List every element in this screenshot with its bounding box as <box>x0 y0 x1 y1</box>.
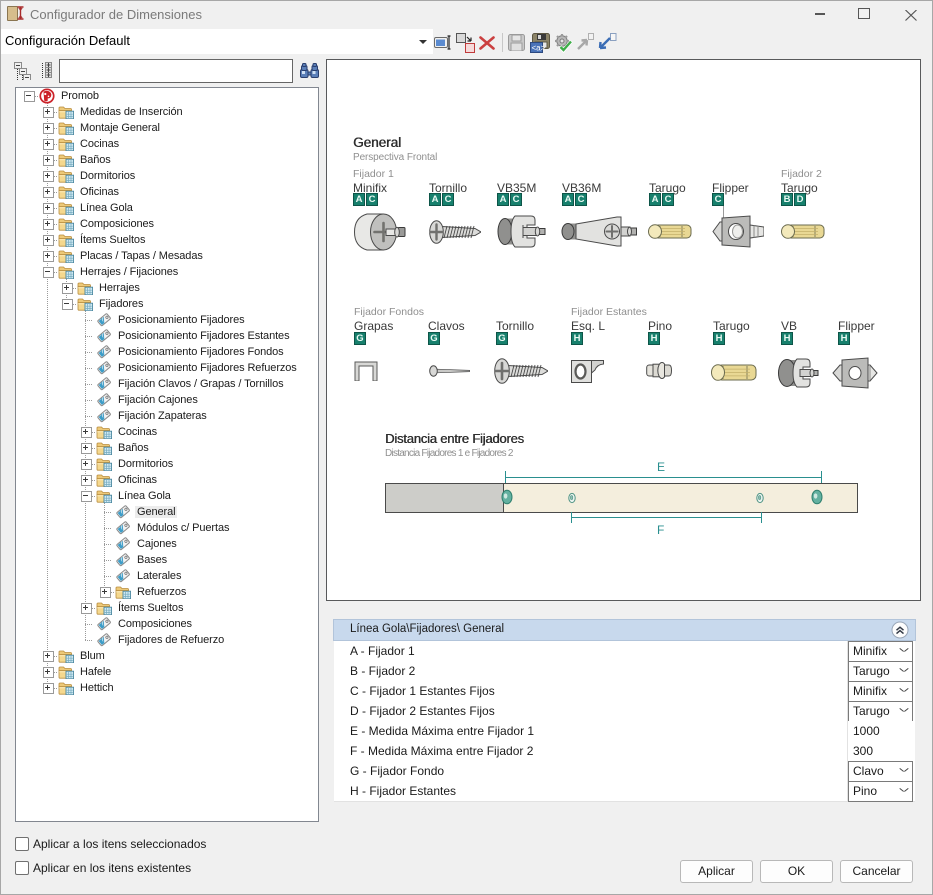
svg-text:<a>: <a> <box>532 44 546 53</box>
